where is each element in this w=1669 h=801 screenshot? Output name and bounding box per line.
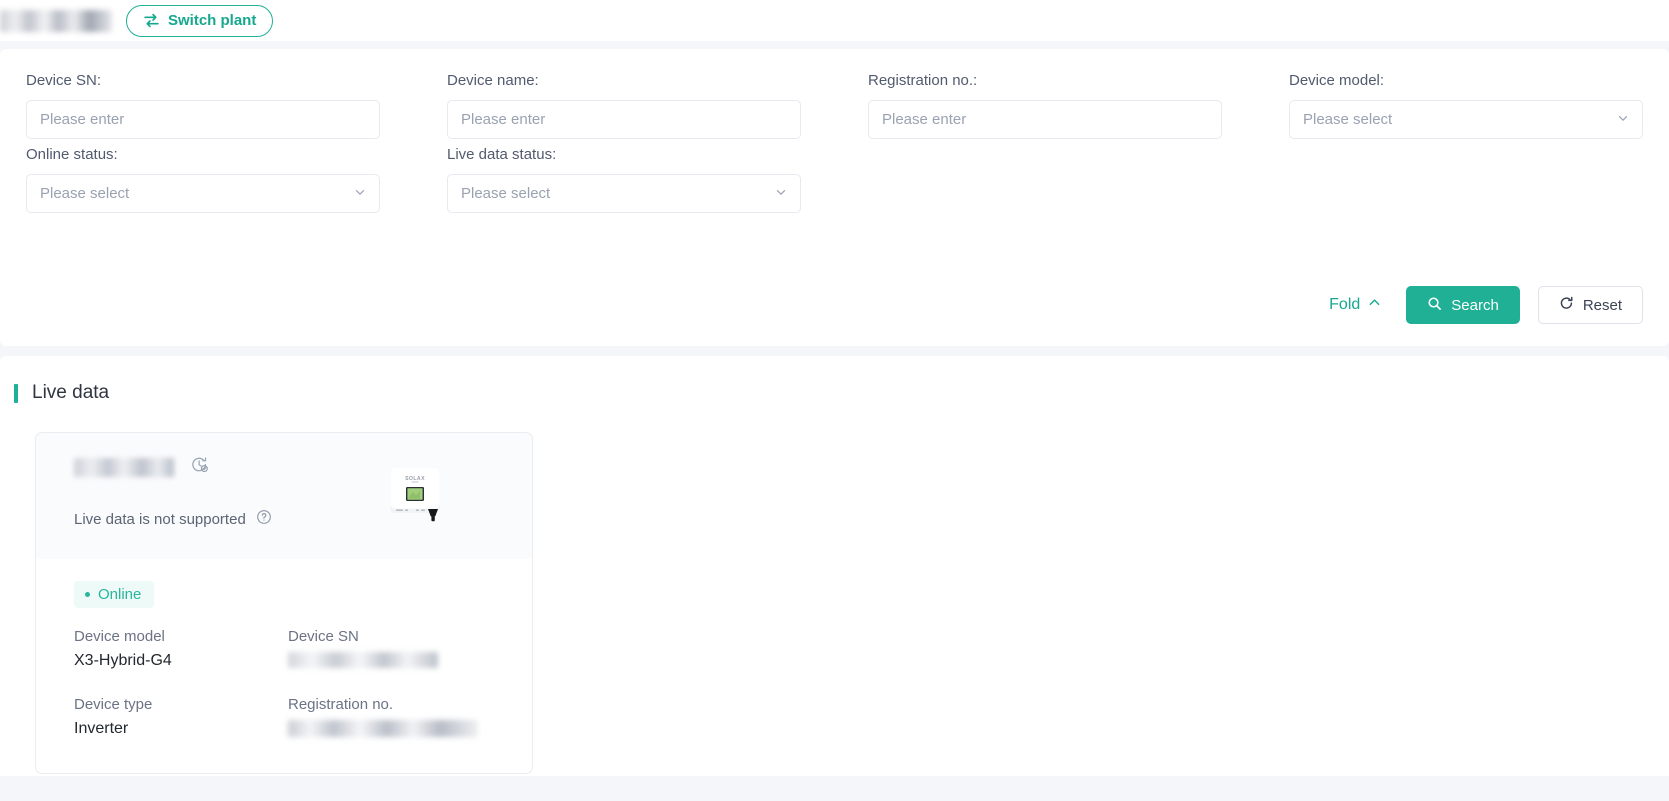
device-sn-placeholder: Please enter	[40, 111, 125, 128]
form-empty-cell	[1289, 145, 1643, 219]
plant-name-masked	[0, 9, 112, 32]
field-label: Device name:	[447, 72, 539, 89]
live-data-unsupported-row: Live data is not supported	[74, 509, 532, 529]
detail-registration-no: Registration no.	[288, 696, 532, 738]
device-card-header: Live data is not supported SOLAX	[36, 433, 532, 559]
live-data-status-placeholder: Please select	[461, 185, 551, 202]
device-name-placeholder: Please enter	[461, 111, 546, 128]
detail-value: Inverter	[74, 720, 129, 737]
form-empty-cell	[868, 145, 1222, 219]
field-device-model: Device model: Please select	[1289, 71, 1643, 139]
page-title: Live data	[32, 382, 110, 403]
form-actions: Fold Search Reset	[1323, 286, 1643, 324]
swap-arrows-icon	[143, 12, 160, 29]
registration-no-input[interactable]: Please enter	[868, 100, 1222, 139]
online-status-placeholder: Please select	[40, 185, 130, 202]
search-form-grid: Device SN: Please enter Device name: Ple…	[26, 71, 1643, 219]
field-online-status: Online status: Please select	[26, 145, 380, 213]
detail-label: Device model	[74, 628, 165, 645]
live-data-unsupported-text: Live data is not supported	[74, 510, 246, 528]
device-sn-input[interactable]: Please enter	[26, 100, 380, 139]
detail-value-masked	[288, 720, 478, 737]
top-bar: Switch plant	[0, 0, 1669, 41]
field-device-name: Device name: Please enter	[447, 71, 801, 139]
field-registration-no: Registration no.: Please enter	[868, 71, 1222, 139]
detail-device-sn: Device SN	[288, 628, 532, 670]
detail-label: Registration no.	[288, 696, 394, 713]
refresh-icon	[1559, 296, 1574, 315]
field-label: Online status:	[26, 146, 118, 163]
detail-value: X3-Hybrid-G4	[74, 652, 172, 669]
field-label: Registration no.:	[868, 72, 978, 89]
search-icon	[1427, 296, 1442, 315]
fold-button[interactable]: Fold	[1323, 295, 1388, 315]
reset-button-label: Reset	[1582, 296, 1622, 314]
chevron-down-icon	[774, 185, 788, 203]
field-live-data-status: Live data status: Please select	[447, 145, 801, 213]
switch-plant-label: Switch plant	[168, 12, 257, 29]
chevron-down-icon	[1616, 111, 1630, 129]
chevron-up-icon	[1367, 295, 1382, 315]
search-button[interactable]: Search	[1406, 286, 1520, 324]
live-data-status-select[interactable]: Please select	[447, 174, 801, 213]
search-filter-panel: Device SN: Please enter Device name: Ple…	[0, 49, 1669, 346]
detail-label: Device SN	[288, 628, 359, 645]
detail-device-type: Device type Inverter	[74, 696, 288, 738]
live-data-panel: Live data Live data is not supported SOL…	[0, 356, 1669, 776]
detail-device-model: Device model X3-Hybrid-G4	[74, 628, 288, 670]
detail-label: Device type	[74, 696, 153, 713]
registration-no-placeholder: Please enter	[882, 111, 967, 128]
field-label: Live data status:	[447, 146, 557, 163]
field-label: Device model:	[1289, 72, 1385, 89]
fold-label: Fold	[1329, 296, 1361, 313]
solax-inverter-image: SOLAX	[390, 467, 440, 522]
live-data-section-header: Live data	[0, 382, 1643, 404]
svg-text:SOLAX: SOLAX	[405, 476, 425, 482]
device-details-grid: Device model X3-Hybrid-G4 Device SN Devi…	[74, 628, 532, 738]
device-card-body: Online Device model X3-Hybrid-G4 Device …	[36, 559, 532, 738]
history-clock-icon[interactable]	[190, 455, 209, 479]
field-device-sn: Device SN: Please enter	[26, 71, 380, 139]
question-circle-icon[interactable]	[256, 509, 272, 529]
section-accent-bar	[14, 383, 18, 403]
detail-value-masked	[288, 652, 438, 668]
status-badge: Online	[74, 581, 155, 608]
status-badge-label: Online	[98, 586, 142, 603]
field-label: Device SN:	[26, 72, 102, 89]
device-model-select[interactable]: Please select	[1289, 100, 1643, 139]
device-card-title-row	[74, 455, 532, 479]
chevron-down-icon	[353, 185, 367, 203]
device-name-input[interactable]: Please enter	[447, 100, 801, 139]
device-model-placeholder: Please select	[1303, 111, 1393, 128]
device-card[interactable]: Live data is not supported SOLAX Online …	[35, 432, 533, 774]
reset-button[interactable]: Reset	[1537, 286, 1643, 324]
online-status-select[interactable]: Please select	[26, 174, 380, 213]
device-name-masked	[74, 457, 174, 477]
status-dot-icon	[85, 592, 90, 597]
switch-plant-button[interactable]: Switch plant	[126, 4, 274, 37]
search-button-label: Search	[1451, 296, 1499, 314]
